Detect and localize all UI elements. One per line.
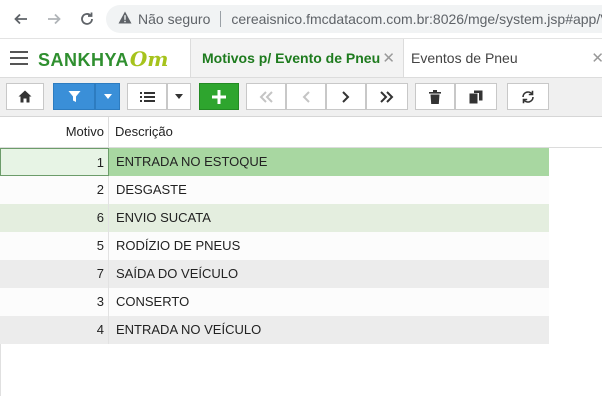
divider bbox=[220, 11, 222, 27]
cell-descricao[interactable]: ENVIO SUCATA bbox=[116, 204, 211, 232]
tab-label: Eventos de Pneu bbox=[411, 50, 518, 66]
logo-text: SANKHYA bbox=[38, 50, 129, 70]
list-icon bbox=[139, 91, 155, 102]
first-record-button[interactable] bbox=[246, 83, 286, 110]
table-row[interactable]: 5 RODÍZIO DE PNEUS bbox=[0, 232, 549, 260]
grid-header: Motivo Descrição bbox=[0, 117, 549, 148]
caret-down-icon bbox=[103, 94, 112, 99]
app-header: SANKHYA Om Motivos p/ Evento de Pneu ✕ E… bbox=[0, 39, 602, 78]
double-chevron-left-icon bbox=[259, 90, 273, 103]
logo: SANKHYA Om bbox=[38, 47, 169, 71]
caret-down-icon bbox=[175, 94, 183, 99]
cell-motivo[interactable]: 5 bbox=[0, 232, 109, 260]
cell-descricao[interactable]: RODÍZIO DE PNEUS bbox=[116, 232, 240, 260]
plus-icon bbox=[212, 89, 226, 104]
cell-motivo[interactable]: 4 bbox=[0, 316, 109, 344]
security-status[interactable]: Não seguro bbox=[138, 11, 210, 27]
records-grid: Motivo Descrição 1 ENTRADA NO ESTOQUE 2 … bbox=[0, 117, 602, 396]
grid-toolbar bbox=[0, 78, 602, 117]
add-button[interactable] bbox=[199, 83, 239, 110]
trash-icon bbox=[429, 89, 441, 104]
close-icon[interactable]: ✕ bbox=[591, 49, 602, 67]
logo-suffix: Om bbox=[129, 47, 169, 71]
warning-icon bbox=[118, 11, 132, 27]
tab-motivos[interactable]: Motivos p/ Evento de Pneu ✕ bbox=[190, 39, 404, 77]
cell-motivo[interactable]: 6 bbox=[0, 204, 109, 232]
delete-button[interactable] bbox=[415, 83, 455, 110]
cell-motivo[interactable]: 2 bbox=[0, 176, 109, 204]
last-record-button[interactable] bbox=[366, 83, 408, 110]
next-record-button[interactable] bbox=[326, 83, 366, 110]
table-row[interactable]: 3 CONSERTO bbox=[0, 288, 549, 316]
cell-descricao[interactable]: ENTRADA NO VEÍCULO bbox=[116, 316, 261, 344]
arrow-left-icon[interactable] bbox=[10, 8, 32, 30]
refresh-icon bbox=[522, 90, 534, 103]
cell-descricao[interactable]: CONSERTO bbox=[116, 288, 189, 316]
cell-motivo[interactable]: 7 bbox=[0, 260, 109, 288]
home-icon bbox=[18, 90, 32, 103]
tab-eventos[interactable]: Eventos de Pneu ✕ bbox=[403, 39, 602, 77]
table-row[interactable]: 6 ENVIO SUCATA bbox=[0, 204, 549, 232]
tab-label: Motivos p/ Evento de Pneu bbox=[202, 50, 381, 66]
address-bar[interactable]: Não seguro cereaisnico.fmcdatacom.com.br… bbox=[106, 5, 602, 33]
cell-motivo[interactable]: 3 bbox=[0, 288, 109, 316]
previous-record-button[interactable] bbox=[286, 83, 326, 110]
chevron-left-icon bbox=[302, 90, 310, 103]
browser-toolbar: Não seguro cereaisnico.fmcdatacom.com.br… bbox=[0, 0, 602, 39]
cell-motivo[interactable]: 1 bbox=[0, 148, 109, 176]
table-row[interactable]: 1 ENTRADA NO ESTOQUE bbox=[0, 148, 549, 176]
copy-icon bbox=[469, 90, 483, 103]
table-row[interactable]: 7 SAÍDA DO VEÍCULO bbox=[0, 260, 549, 288]
column-header-descricao[interactable]: Descrição bbox=[115, 117, 173, 147]
copy-button[interactable] bbox=[455, 83, 497, 110]
table-row[interactable]: 2 DESGASTE bbox=[0, 176, 549, 204]
table-row[interactable]: 4 ENTRADA NO VEÍCULO bbox=[0, 316, 549, 344]
divider bbox=[549, 147, 602, 148]
filter-icon bbox=[68, 91, 80, 102]
chevron-right-icon bbox=[342, 90, 350, 103]
hamburger-icon[interactable] bbox=[10, 51, 28, 65]
cell-descricao[interactable]: ENTRADA NO ESTOQUE bbox=[116, 148, 267, 176]
arrow-right-icon[interactable] bbox=[43, 8, 65, 30]
home-button[interactable] bbox=[6, 83, 44, 110]
reload-icon[interactable] bbox=[76, 8, 98, 30]
column-header-motivo[interactable]: Motivo bbox=[0, 117, 109, 147]
cell-descricao[interactable]: SAÍDA DO VEÍCULO bbox=[116, 260, 238, 288]
refresh-button[interactable] bbox=[507, 83, 549, 110]
filter-dropdown-button[interactable] bbox=[95, 83, 120, 110]
double-chevron-right-icon bbox=[380, 90, 394, 103]
cell-descricao[interactable]: DESGASTE bbox=[116, 176, 187, 204]
url-text[interactable]: cereaisnico.fmcdatacom.com.br:8026/mge/s… bbox=[231, 11, 602, 27]
list-view-button[interactable] bbox=[127, 83, 167, 110]
filter-button[interactable] bbox=[53, 83, 95, 110]
close-icon[interactable]: ✕ bbox=[382, 49, 395, 67]
list-view-dropdown-button[interactable] bbox=[167, 83, 191, 110]
